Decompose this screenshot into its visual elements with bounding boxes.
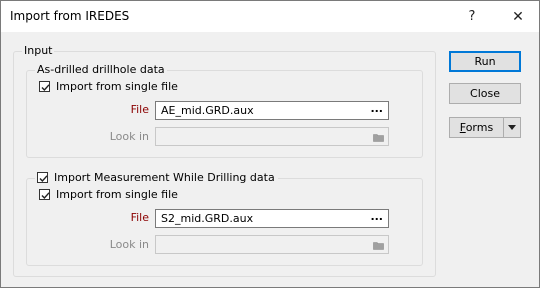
- mwd-checkbox[interactable]: [37, 172, 48, 183]
- drillhole-lookin-label: Look in: [109, 130, 149, 143]
- drillhole-group-legend: As-drilled drillhole data: [35, 63, 167, 76]
- mwd-file-input[interactable]: S2_mid.GRD.aux ...: [155, 209, 389, 228]
- run-button[interactable]: Run: [449, 51, 521, 72]
- checkmark-icon: [41, 192, 50, 200]
- mwd-option[interactable]: Import Measurement While Drilling data: [35, 171, 278, 184]
- window-title: Import from IREDES: [10, 9, 130, 23]
- close-button[interactable]: Close: [449, 83, 521, 104]
- drillhole-group: As-drilled drillhole data Import from si…: [26, 63, 423, 158]
- mwd-lookin-input[interactable]: [155, 235, 389, 254]
- mwd-lookin-label: Look in: [109, 238, 149, 251]
- forms-dropdown-button[interactable]: [504, 117, 521, 138]
- drillhole-single-file-checkbox[interactable]: [39, 81, 50, 92]
- mwd-single-file-option[interactable]: Import from single file: [39, 188, 178, 201]
- drillhole-file-input[interactable]: AE_mid.GRD.aux ...: [155, 101, 389, 120]
- folder-icon[interactable]: [373, 132, 384, 145]
- drillhole-file-label: File: [130, 103, 149, 116]
- input-group-legend: Input: [22, 44, 55, 57]
- forms-button[interactable]: Forms: [449, 117, 504, 138]
- mwd-file-value: S2_mid.GRD.aux: [161, 212, 254, 225]
- drillhole-browse-button[interactable]: ...: [370, 102, 383, 115]
- title-bar: Import from IREDES ? ✕: [1, 1, 539, 32]
- checkmark-icon: [39, 175, 48, 183]
- chevron-down-icon: [508, 125, 516, 130]
- drillhole-file-value: AE_mid.GRD.aux: [161, 104, 254, 117]
- mwd-checkbox-label: Import Measurement While Drilling data: [54, 171, 275, 184]
- mwd-single-file-label: Import from single file: [56, 188, 178, 201]
- drillhole-lookin-input[interactable]: [155, 127, 389, 146]
- dialog-body: Input As-drilled drillhole data Import f…: [1, 32, 539, 287]
- forms-button-label: orms: [465, 121, 494, 134]
- checkmark-icon: [41, 84, 50, 92]
- mwd-browse-button[interactable]: ...: [370, 210, 383, 223]
- close-window-button[interactable]: ✕: [500, 1, 536, 32]
- help-button[interactable]: ?: [454, 1, 490, 32]
- folder-icon[interactable]: [373, 240, 384, 253]
- mwd-group: Import Measurement While Drilling data I…: [26, 171, 423, 266]
- mwd-single-file-checkbox[interactable]: [39, 189, 50, 200]
- drillhole-single-file-option[interactable]: Import from single file: [39, 80, 178, 93]
- input-group: Input As-drilled drillhole data Import f…: [13, 44, 436, 277]
- drillhole-single-file-label: Import from single file: [56, 80, 178, 93]
- mwd-file-label: File: [130, 211, 149, 224]
- dialog-window: Import from IREDES ? ✕ Input As-drilled …: [0, 0, 540, 288]
